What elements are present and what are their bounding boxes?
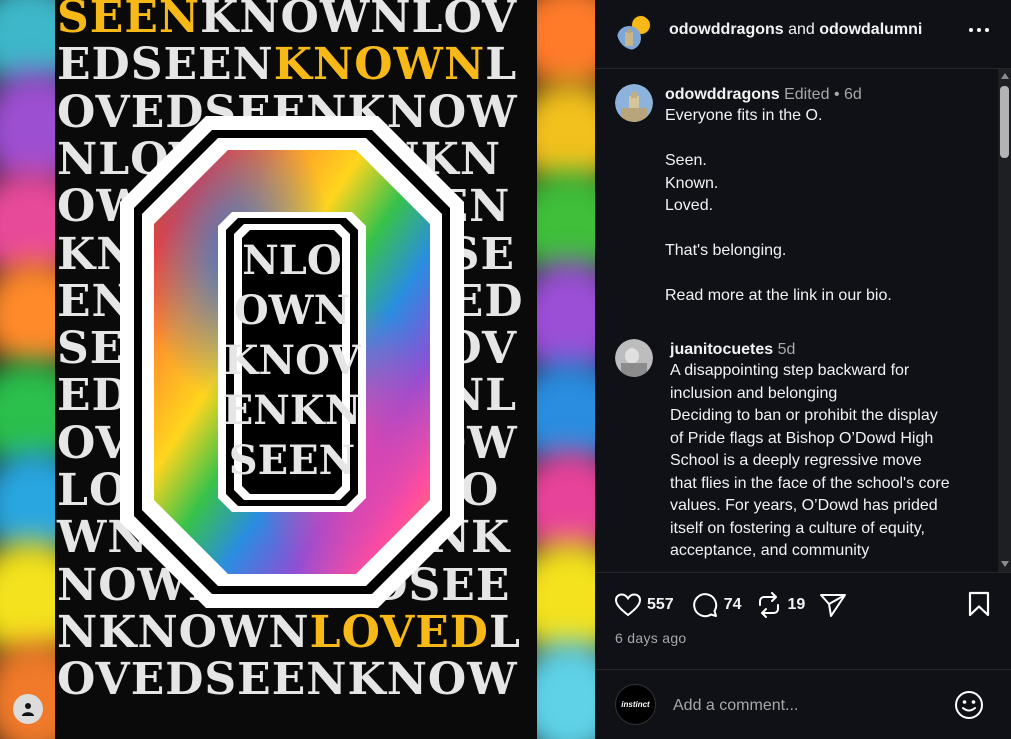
user-photo-avatar	[615, 339, 653, 377]
caption: odowddragons Edited • 6d Everyone fits i…	[665, 86, 985, 308]
inner-word: KNOV	[224, 337, 361, 384]
inner-word: OWN	[234, 287, 350, 334]
comment-time[interactable]: 5d	[778, 341, 796, 358]
poster-highlight-word: LOVED	[309, 606, 489, 658]
scrollbar-thumb[interactable]	[1000, 86, 1009, 158]
heart-icon	[615, 593, 641, 617]
school-building-avatar	[615, 84, 653, 122]
caption-text: Everyone fits in the O. Seen. Known. Lov…	[665, 107, 892, 304]
comment: juanitocuetes 5d A disappointing step ba…	[670, 341, 952, 563]
poster-word: L	[485, 39, 518, 91]
inner-word: SEEN	[229, 437, 355, 484]
separator-dot: •	[833, 86, 840, 103]
comment-avatar[interactable]	[615, 339, 653, 377]
add-comment-input[interactable]	[671, 693, 935, 719]
inner-word: NLO	[242, 237, 342, 284]
repost-count[interactable]: 19	[788, 596, 806, 614]
more-options-button[interactable]	[965, 16, 993, 44]
poster-word: NKNOWN	[57, 606, 310, 658]
author-conjunction: and	[783, 21, 820, 38]
scroll-down-arrow-icon[interactable]	[1001, 561, 1009, 567]
inner-word: ENKN	[223, 387, 361, 434]
tagged-users-button[interactable]	[13, 694, 43, 724]
poster-word-line: OVEDSEENKNOW	[57, 656, 518, 703]
post-timestamp[interactable]: 6 days ago	[615, 630, 687, 646]
emoji-icon	[955, 691, 983, 719]
person-icon	[22, 703, 34, 716]
coauthor-link[interactable]: odowdalumni	[819, 21, 922, 38]
current-user-avatar[interactable]: instinct	[615, 684, 656, 725]
collab-avatars[interactable]	[617, 14, 653, 50]
post-media[interactable]: SEENKNOWNLOVEDSEENKNOWNLOVEDSEENKNOWNLOV…	[0, 0, 595, 739]
big-o-graphic: NLO OWN KNOV ENKN SEEN	[120, 116, 464, 608]
scroll-up-arrow-icon[interactable]	[1001, 73, 1009, 79]
post-header: odowddragons and odowdalumni	[595, 0, 1011, 69]
poster: SEENKNOWNLOVEDSEENKNOWNLOVEDSEENKNOWNLOV…	[55, 0, 537, 739]
send-icon	[820, 594, 847, 617]
scrollbar[interactable]	[998, 69, 1011, 572]
comment-count[interactable]: 74	[724, 596, 742, 614]
divider	[595, 572, 1011, 573]
poster-highlight-word: KNOWN	[273, 39, 486, 91]
caption-username[interactable]: odowddragons	[665, 86, 780, 103]
poster-word: EDSEEN	[57, 39, 274, 91]
poster-word-line: SEENKNOWNLOV	[57, 0, 517, 41]
more-horizontal-icon	[969, 28, 989, 32]
comment-username[interactable]: juanitocuetes	[670, 341, 773, 358]
poster-word-line: NKNOWNLOVEDL	[57, 609, 521, 656]
bookmark-icon	[968, 591, 990, 617]
poster-highlight-word: SEEN	[57, 0, 201, 43]
comment-text: A disappointing step backward for inclus…	[670, 362, 950, 559]
poster-word-line: EDSEENKNOWNL	[57, 41, 517, 88]
comment-button[interactable]: 74	[692, 592, 742, 618]
repost-button[interactable]: 19	[756, 592, 806, 618]
share-button[interactable]	[819, 592, 847, 618]
save-button[interactable]	[966, 591, 992, 622]
school-logo-icon	[617, 14, 652, 50]
edited-label: Edited	[784, 86, 830, 103]
comments-scroll-area[interactable]: odowddragons Edited • 6d Everyone fits i…	[595, 69, 1011, 572]
poster-word: KNOWNLOV	[200, 0, 518, 43]
caption-avatar[interactable]	[615, 84, 653, 122]
post-authors: odowddragons and odowdalumni	[669, 21, 922, 39]
repost-icon	[758, 592, 779, 618]
divider	[595, 669, 1011, 670]
post-actions: 557 74 19	[615, 590, 861, 620]
like-count[interactable]: 557	[647, 596, 674, 614]
author-link[interactable]: odowddragons	[669, 21, 784, 38]
poster-word: OVEDSEENKNOW	[57, 654, 518, 706]
poster-word: L	[488, 606, 521, 658]
caption-time[interactable]: 6d	[844, 86, 862, 103]
post-panel: odowddragons and odowdalumni odowddragon…	[595, 0, 1011, 739]
emoji-button[interactable]	[954, 690, 984, 725]
like-button[interactable]: 557	[615, 593, 674, 617]
comment-icon	[692, 593, 717, 618]
